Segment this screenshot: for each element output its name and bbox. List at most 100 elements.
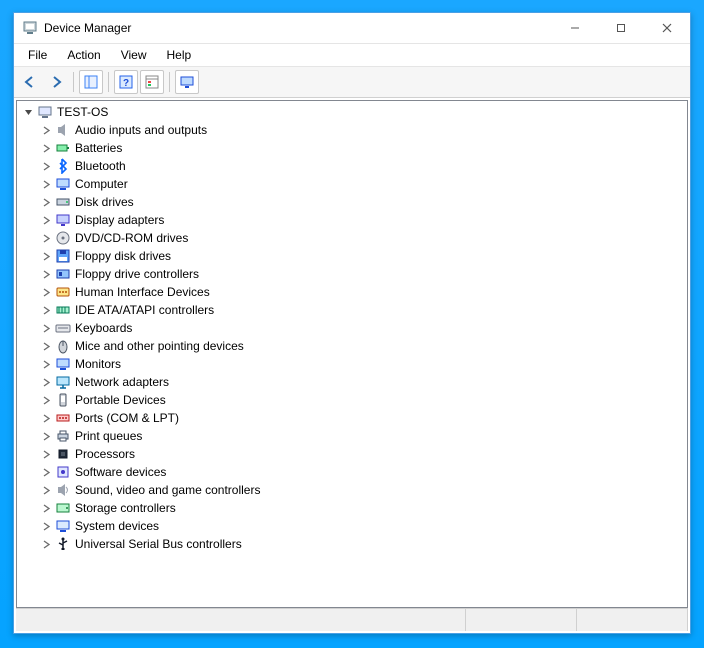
chevron-right-icon[interactable] bbox=[39, 429, 53, 443]
tree-category-node[interactable]: Print queues bbox=[19, 427, 687, 445]
chevron-right-icon[interactable] bbox=[39, 231, 53, 245]
tree-category-label: Audio inputs and outputs bbox=[75, 123, 207, 137]
tree-category-node[interactable]: Portable Devices bbox=[19, 391, 687, 409]
display-adapter-icon bbox=[55, 212, 71, 228]
tree-category-label: Floppy drive controllers bbox=[75, 267, 199, 281]
ide-icon bbox=[55, 302, 71, 318]
tree-category-node[interactable]: Bluetooth bbox=[19, 157, 687, 175]
chevron-right-icon[interactable] bbox=[39, 447, 53, 461]
tree-category-node[interactable]: Processors bbox=[19, 445, 687, 463]
tree-category-label: IDE ATA/ATAPI controllers bbox=[75, 303, 214, 317]
tree-category-node[interactable]: Audio inputs and outputs bbox=[19, 121, 687, 139]
tree-category-label: Computer bbox=[75, 177, 128, 191]
tree-category-label: DVD/CD-ROM drives bbox=[75, 231, 188, 245]
tree-category-node[interactable]: Software devices bbox=[19, 463, 687, 481]
chevron-right-icon[interactable] bbox=[39, 501, 53, 515]
chevron-right-icon[interactable] bbox=[39, 195, 53, 209]
toolbar-scan-button[interactable] bbox=[175, 70, 199, 94]
tree-category-label: Processors bbox=[75, 447, 135, 461]
sound-icon bbox=[55, 482, 71, 498]
close-button[interactable] bbox=[644, 13, 690, 43]
chevron-right-icon[interactable] bbox=[39, 267, 53, 281]
cpu-icon bbox=[55, 446, 71, 462]
tree-category-node[interactable]: Floppy disk drives bbox=[19, 247, 687, 265]
keyboard-icon bbox=[55, 320, 71, 336]
tree-category-node[interactable]: Ports (COM & LPT) bbox=[19, 409, 687, 427]
statusbar-cell bbox=[16, 609, 466, 631]
chevron-right-icon[interactable] bbox=[39, 303, 53, 317]
tree-category-node[interactable]: System devices bbox=[19, 517, 687, 535]
chevron-right-icon[interactable] bbox=[39, 321, 53, 335]
chevron-right-icon[interactable] bbox=[39, 519, 53, 533]
tree-category-node[interactable]: Keyboards bbox=[19, 319, 687, 337]
client-area: TEST-OS Audio inputs and outputs Batterie… bbox=[14, 98, 690, 633]
toolbar-forward-button[interactable] bbox=[44, 70, 68, 94]
tree-category-node[interactable]: Monitors bbox=[19, 355, 687, 373]
chevron-right-icon[interactable] bbox=[39, 483, 53, 497]
chevron-right-icon[interactable] bbox=[39, 249, 53, 263]
device-tree[interactable]: TEST-OS Audio inputs and outputs Batterie… bbox=[16, 100, 688, 608]
tree-category-node[interactable]: DVD/CD-ROM drives bbox=[19, 229, 687, 247]
chevron-right-icon[interactable] bbox=[39, 393, 53, 407]
toolbar-back-button[interactable] bbox=[18, 70, 42, 94]
portable-icon bbox=[55, 392, 71, 408]
tree-category-label: Display adapters bbox=[75, 213, 164, 227]
menu-help[interactable]: Help bbox=[157, 46, 202, 64]
menu-view[interactable]: View bbox=[111, 46, 157, 64]
tree-category-label: Portable Devices bbox=[75, 393, 166, 407]
hid-icon bbox=[55, 284, 71, 300]
tree-category-node[interactable]: Disk drives bbox=[19, 193, 687, 211]
floppy-icon bbox=[55, 248, 71, 264]
tree-category-node[interactable]: Batteries bbox=[19, 139, 687, 157]
chevron-right-icon[interactable] bbox=[39, 357, 53, 371]
chevron-right-icon[interactable] bbox=[39, 411, 53, 425]
toolbar-separator bbox=[169, 72, 170, 92]
usb-icon bbox=[55, 536, 71, 552]
toolbar-show-tree-button[interactable] bbox=[79, 70, 103, 94]
chevron-right-icon[interactable] bbox=[39, 177, 53, 191]
tree-root-node[interactable]: TEST-OS bbox=[19, 103, 687, 121]
tree-category-label: Storage controllers bbox=[75, 501, 176, 515]
tree-category-label: Universal Serial Bus controllers bbox=[75, 537, 242, 551]
menu-action[interactable]: Action bbox=[57, 46, 110, 64]
tree-category-node[interactable]: IDE ATA/ATAPI controllers bbox=[19, 301, 687, 319]
tree-category-node[interactable]: Floppy drive controllers bbox=[19, 265, 687, 283]
storage-icon bbox=[55, 500, 71, 516]
tree-category-node[interactable]: Universal Serial Bus controllers bbox=[19, 535, 687, 553]
chevron-down-icon[interactable] bbox=[21, 105, 35, 119]
app-icon bbox=[22, 20, 38, 36]
menu-file[interactable]: File bbox=[18, 46, 57, 64]
maximize-button[interactable] bbox=[598, 13, 644, 43]
tree-category-node[interactable]: Display adapters bbox=[19, 211, 687, 229]
tree-category-node[interactable]: Computer bbox=[19, 175, 687, 193]
tree-category-node[interactable]: Human Interface Devices bbox=[19, 283, 687, 301]
tree-category-node[interactable]: Mice and other pointing devices bbox=[19, 337, 687, 355]
window-title: Device Manager bbox=[44, 21, 552, 35]
chevron-right-icon[interactable] bbox=[39, 465, 53, 479]
toolbar-separator bbox=[108, 72, 109, 92]
toolbar-separator bbox=[73, 72, 74, 92]
tree-category-label: Bluetooth bbox=[75, 159, 126, 173]
toolbar-help-button[interactable]: ? bbox=[114, 70, 138, 94]
chevron-right-icon[interactable] bbox=[39, 159, 53, 173]
tree-category-node[interactable]: Network adapters bbox=[19, 373, 687, 391]
chevron-right-icon[interactable] bbox=[39, 123, 53, 137]
speaker-icon bbox=[55, 122, 71, 138]
chevron-right-icon[interactable] bbox=[39, 375, 53, 389]
tree-category-node[interactable]: Sound, video and game controllers bbox=[19, 481, 687, 499]
toolbar-properties-button[interactable] bbox=[140, 70, 164, 94]
tree-category-label: Ports (COM & LPT) bbox=[75, 411, 179, 425]
tree-category-node[interactable]: Storage controllers bbox=[19, 499, 687, 517]
statusbar bbox=[16, 608, 688, 631]
chevron-right-icon[interactable] bbox=[39, 339, 53, 353]
computer-small-icon bbox=[37, 104, 53, 120]
disk-icon bbox=[55, 194, 71, 210]
menubar: File Action View Help bbox=[14, 44, 690, 67]
chevron-right-icon[interactable] bbox=[39, 141, 53, 155]
tree-category-label: Network adapters bbox=[75, 375, 169, 389]
chevron-right-icon[interactable] bbox=[39, 285, 53, 299]
minimize-button[interactable] bbox=[552, 13, 598, 43]
chevron-right-icon[interactable] bbox=[39, 213, 53, 227]
chevron-right-icon[interactable] bbox=[39, 537, 53, 551]
printer-icon bbox=[55, 428, 71, 444]
